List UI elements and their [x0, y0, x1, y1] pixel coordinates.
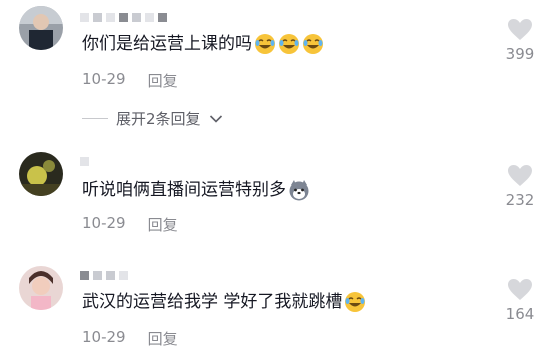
- avatar[interactable]: [19, 152, 63, 196]
- reply-button[interactable]: 回复: [148, 328, 178, 349]
- heart-icon: [508, 279, 532, 300]
- comment-meta: 10-29 回复: [82, 214, 178, 235]
- like-button[interactable]: 399: [502, 18, 538, 63]
- comment-text: 武汉的运营给我学 学好了我就跳槽: [82, 290, 366, 314]
- username-blurred[interactable]: [80, 10, 167, 24]
- comment-text: 听说咱俩直播间运营特别多: [82, 178, 310, 202]
- like-button[interactable]: 232: [502, 164, 538, 209]
- comment-date: 10-29: [82, 328, 126, 346]
- laughing-crying-emoji-icon: [302, 33, 324, 55]
- comment-meta: 10-29 回复: [82, 70, 178, 91]
- husky-dog-emoji-icon: [288, 179, 310, 201]
- heart-icon: [508, 19, 532, 40]
- avatar[interactable]: [19, 6, 63, 50]
- like-count: 232: [505, 191, 535, 209]
- like-button[interactable]: 164: [502, 278, 538, 323]
- expand-replies-button[interactable]: 展开2条回复: [82, 108, 223, 129]
- laughing-crying-emoji-icon: [278, 33, 300, 55]
- like-count: 399: [505, 45, 535, 63]
- avatar[interactable]: [19, 266, 63, 310]
- heart-icon: [508, 165, 532, 186]
- comment-date: 10-29: [82, 70, 126, 88]
- expand-replies-label: 展开2条回复: [116, 110, 201, 128]
- laughing-crying-emoji-icon: [344, 291, 366, 313]
- chevron-down-icon: [209, 114, 222, 123]
- laughing-crying-emoji-icon: [254, 33, 276, 55]
- username-blurred[interactable]: [80, 268, 128, 282]
- reply-button[interactable]: 回复: [148, 214, 178, 235]
- comment-date: 10-29: [82, 214, 126, 232]
- comment-meta: 10-29 回复: [82, 328, 178, 349]
- comment-text: 你们是给运营上课的吗: [82, 32, 324, 56]
- reply-button[interactable]: 回复: [148, 70, 178, 91]
- username-blurred[interactable]: [80, 154, 89, 168]
- divider-line: [82, 118, 108, 119]
- like-count: 164: [505, 305, 535, 323]
